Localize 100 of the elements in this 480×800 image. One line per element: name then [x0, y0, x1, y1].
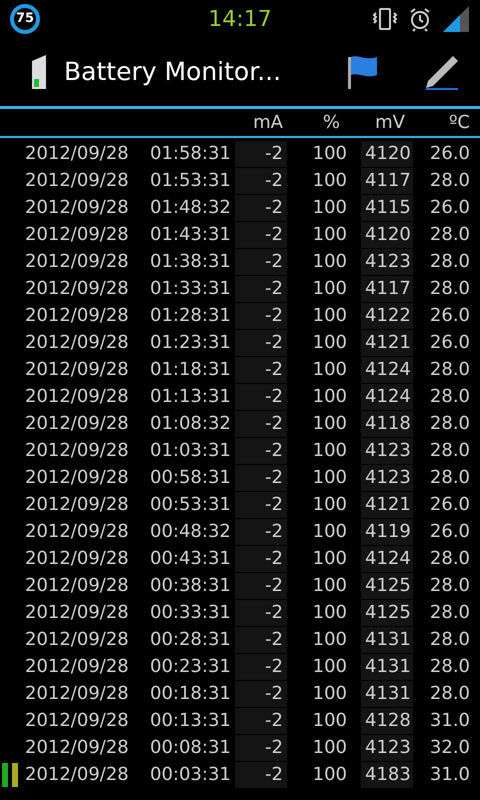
table-cell-text: 00:28:31 — [150, 628, 232, 652]
table-cell-text: 2012/09/28 — [25, 250, 130, 274]
table-cell-text: 28.0 — [428, 547, 470, 571]
table-cell-text: 28.0 — [428, 250, 470, 274]
table-cell: -2 — [235, 302, 287, 328]
table-cell-text: 28.0 — [428, 466, 470, 490]
table-cell: 4123 — [361, 464, 413, 490]
table-cell-text: 2012/09/28 — [25, 682, 130, 706]
table-cell-text: 100 — [312, 466, 347, 490]
table-cell-text: 01:33:31 — [150, 277, 232, 301]
table-cell-text: 2012/09/28 — [25, 763, 130, 787]
table-cell-text: 28.0 — [428, 385, 470, 409]
table-cell-text: 32.0 — [428, 736, 470, 760]
table-cell-text: 100 — [312, 412, 347, 436]
table-cell: 4123 — [361, 734, 413, 760]
table-cell-text: 100 — [312, 601, 347, 625]
table-cell-text: 2012/09/28 — [25, 655, 130, 679]
table-cell-text: 01:38:31 — [150, 250, 232, 274]
table-cell: 4120 — [361, 222, 413, 248]
table-cell-text: 01:18:31 — [150, 358, 232, 382]
table-cell: 4123 — [361, 248, 413, 274]
table-cell-text: 100 — [312, 169, 347, 193]
table-cell-text: 100 — [312, 709, 347, 733]
status-marker — [12, 762, 18, 786]
table-cell-text: 2012/09/28 — [25, 493, 130, 517]
table-cell-text: 2012/09/28 — [25, 142, 130, 166]
table-cell: 4131 — [361, 654, 413, 680]
table-cell-text: 28.0 — [428, 358, 470, 382]
table-cell-text: 26.0 — [428, 196, 470, 220]
column-header: ºC — [448, 111, 470, 135]
table-cell-text: 100 — [312, 574, 347, 598]
table-cell: -2 — [235, 438, 287, 464]
table-cell: 4124 — [361, 384, 413, 410]
table-cell: 4118 — [361, 410, 413, 436]
table-cell-text: 100 — [312, 223, 347, 247]
table-cell-text: 00:58:31 — [150, 466, 232, 490]
column-header: % — [322, 111, 340, 135]
table-cell-text: 2012/09/28 — [25, 304, 130, 328]
table-cell-text: 01:28:31 — [150, 304, 232, 328]
table-cell-text: 100 — [312, 682, 347, 706]
table-cell-text: 100 — [312, 493, 347, 517]
table-cell-text: 00:23:31 — [150, 655, 232, 679]
table-cell-text: 01:48:32 — [150, 196, 232, 220]
table-cell-text: 100 — [312, 196, 347, 220]
table-cell-text: 28.0 — [428, 655, 470, 679]
table-cell: 4121 — [361, 330, 413, 356]
table-cell-text: 00:53:31 — [150, 493, 232, 517]
table-cell: 4120 — [361, 140, 413, 166]
table-cell: -2 — [235, 384, 287, 410]
battery-indicator: 75 — [10, 4, 40, 34]
table-cell: -2 — [235, 762, 287, 788]
table-cell: -2 — [235, 626, 287, 652]
table-cell: -2 — [235, 140, 287, 166]
table-cell-text: 28.0 — [428, 412, 470, 436]
table-cell: -2 — [235, 708, 287, 734]
table-cell: 4124 — [361, 356, 413, 382]
table-cell-text: 26.0 — [428, 331, 470, 355]
table-cell-text: 26.0 — [428, 520, 470, 544]
table-cell: -2 — [235, 410, 287, 436]
table-cell-text: 00:38:31 — [150, 574, 232, 598]
table-cell: 4122 — [361, 302, 413, 328]
table-cell-text: 2012/09/28 — [25, 547, 130, 571]
table-cell-text: 2012/09/28 — [25, 277, 130, 301]
table-cell-text: 28.0 — [428, 601, 470, 625]
table-cell-text: 01:53:31 — [150, 169, 232, 193]
table-cell-text: 00:13:31 — [150, 709, 232, 733]
table-cell: -2 — [235, 546, 287, 572]
table-cell-text: 2012/09/28 — [25, 439, 130, 463]
table-cell-text: 100 — [312, 142, 347, 166]
table-cell-text: 26.0 — [428, 142, 470, 166]
table-cell-text: 2012/09/28 — [25, 358, 130, 382]
pencil-icon — [423, 53, 461, 91]
table-cell-text: 2012/09/28 — [25, 709, 130, 733]
table-cell: -2 — [235, 654, 287, 680]
table-cell-text: 100 — [312, 547, 347, 571]
table-cell-text: 2012/09/28 — [25, 223, 130, 247]
table-cell-text: 100 — [312, 304, 347, 328]
table-cell: -2 — [235, 330, 287, 356]
table-cell: 4131 — [361, 626, 413, 652]
table-cell: -2 — [235, 248, 287, 274]
table-cell-text: 2012/09/28 — [25, 169, 130, 193]
table-cell-text: 31.0 — [428, 763, 470, 787]
table-cell-text: 28.0 — [428, 628, 470, 652]
table-cell-text: 00:48:32 — [150, 520, 232, 544]
status-marker — [2, 762, 8, 786]
table-cell-text: 100 — [312, 277, 347, 301]
signal-icon — [442, 5, 470, 33]
table-cell-text: 100 — [312, 250, 347, 274]
table-cell-text: 2012/09/28 — [25, 601, 130, 625]
table-cell-text: 26.0 — [428, 304, 470, 328]
table-cell: -2 — [235, 356, 287, 382]
table-cell-text: 2012/09/28 — [25, 412, 130, 436]
table-cell-text: 100 — [312, 385, 347, 409]
table-cell-text: 2012/09/28 — [25, 385, 130, 409]
table-cell: 4119 — [361, 518, 413, 544]
table-cell-text: 01:08:32 — [150, 412, 232, 436]
table-cell-text: 01:13:31 — [150, 385, 232, 409]
table-cell-text: 28.0 — [428, 439, 470, 463]
table-cell-text: 2012/09/28 — [25, 736, 130, 760]
table-cell: 4123 — [361, 438, 413, 464]
